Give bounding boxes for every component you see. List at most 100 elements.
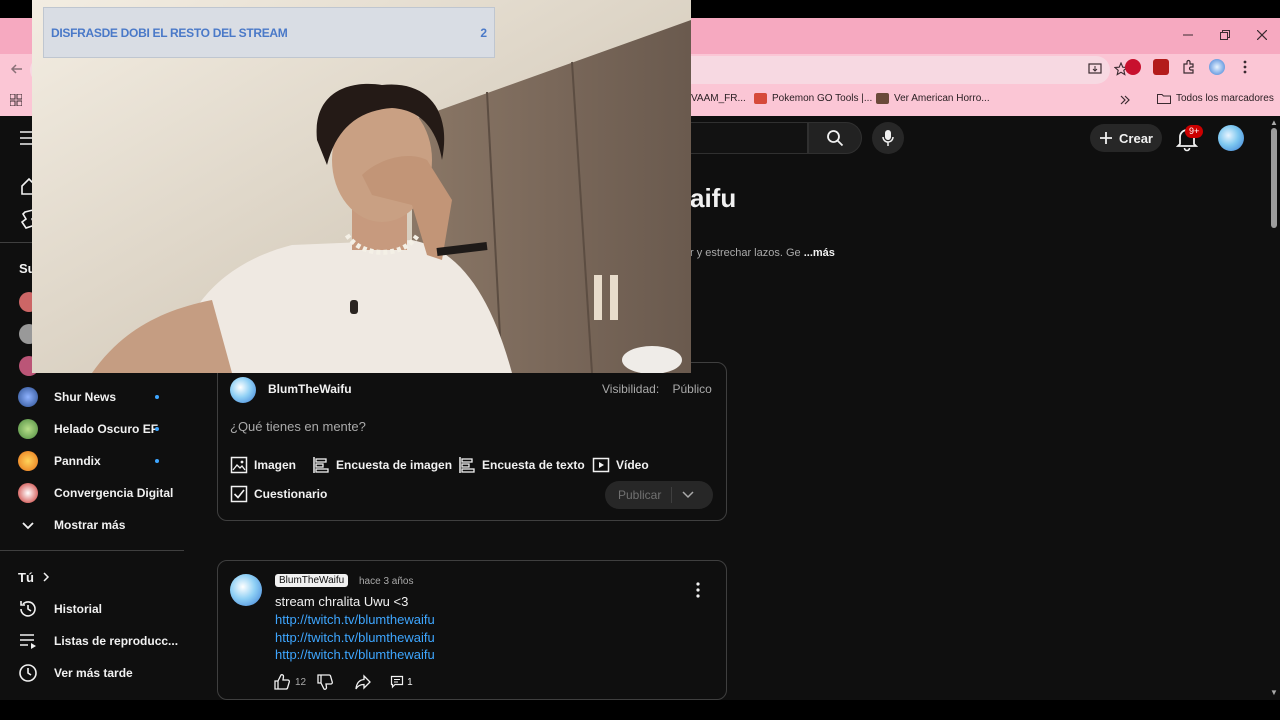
post-actions: 12 1 xyxy=(273,673,413,691)
restore-icon xyxy=(1219,30,1230,40)
search-button[interactable] xyxy=(808,122,862,154)
composer-username: BlumTheWaifu xyxy=(268,382,352,396)
post-link[interactable]: http://twitch.tv/blumthewaifu xyxy=(275,647,435,662)
bookmark-item-1[interactable]: VAAM_FR... xyxy=(691,93,746,104)
channel-avatar xyxy=(18,483,38,503)
post-text: stream chralita Uwu <3 xyxy=(275,594,409,609)
checkbox-icon xyxy=(230,485,248,503)
add-video-button[interactable]: Vídeo xyxy=(592,456,649,474)
chevron-down-icon xyxy=(682,491,694,499)
sidebar-channel-panndix[interactable]: Panndix xyxy=(18,449,101,473)
scroll-thumb[interactable] xyxy=(1271,128,1277,228)
create-button[interactable]: Crear xyxy=(1090,124,1162,152)
puzzle-extensions-icon[interactable] xyxy=(1181,59,1197,75)
channel-avatar xyxy=(18,451,38,471)
install-app-icon[interactable] xyxy=(1088,62,1102,76)
post-text-input[interactable]: ¿Qué tienes en mente? xyxy=(230,419,366,434)
search-input[interactable] xyxy=(690,122,808,154)
minimize-icon xyxy=(1182,34,1193,36)
add-image-button[interactable]: Imagen xyxy=(230,456,296,474)
show-more-button[interactable]: Mostrar más xyxy=(18,513,125,537)
you-section-heading[interactable]: Tú xyxy=(18,565,50,589)
post-link[interactable]: http://twitch.tv/blumthewaifu xyxy=(275,630,435,645)
image-icon xyxy=(230,456,248,474)
bookmark-item-3[interactable]: Ver American Horro... xyxy=(876,93,990,104)
webcam-overlay: DISFRASDE DOBI EL RESTO DEL STREAM 2 xyxy=(32,0,691,373)
publish-options-button[interactable] xyxy=(672,488,694,502)
chevron-right-icon xyxy=(43,572,49,582)
post-link[interactable]: http://twitch.tv/blumthewaifu xyxy=(275,612,435,627)
sidebar-item-watch-later[interactable]: Ver más tarde xyxy=(18,661,133,685)
sidebar-item-history[interactable]: Historial xyxy=(18,597,102,621)
apps-grid-icon[interactable] xyxy=(10,94,22,106)
sidebar-item-playlists[interactable]: Listas de reproducc... xyxy=(18,629,178,653)
channel-description[interactable]: r y estrechar lazos. Ge ...más xyxy=(690,247,835,259)
window-controls xyxy=(1169,18,1280,52)
profile-avatar-icon[interactable] xyxy=(1209,59,1225,75)
like-count: 12 xyxy=(295,676,307,688)
new-content-dot xyxy=(155,395,159,399)
quiz-button[interactable]: Cuestionario xyxy=(230,485,327,503)
post-timestamp[interactable]: hace 3 años xyxy=(359,576,414,587)
kebab-menu-icon[interactable] xyxy=(1237,59,1253,75)
banner-count: 2 xyxy=(480,25,487,40)
post-composer: BlumTheWaifu Visibilidad: Público ¿Qué t… xyxy=(217,362,727,521)
all-bookmarks-button[interactable]: Todos los marcadores xyxy=(1157,93,1274,104)
restore-button[interactable] xyxy=(1206,18,1243,52)
close-icon xyxy=(1256,30,1267,40)
chevron-down-icon xyxy=(22,522,34,530)
share-icon[interactable] xyxy=(354,673,372,691)
post-author[interactable]: BlumTheWaifu xyxy=(275,574,349,587)
back-arrow-icon[interactable] xyxy=(10,62,24,76)
image-poll-icon xyxy=(313,457,329,473)
notification-badge: 9+ xyxy=(1185,125,1204,138)
clock-icon xyxy=(19,664,37,682)
sidebar-channel-shur-news[interactable]: Shur News xyxy=(18,385,116,409)
like-icon[interactable] xyxy=(273,673,291,691)
history-icon xyxy=(20,601,36,617)
screen: VAAM_FR... Pokemon GO Tools |... Ver Ame… xyxy=(0,0,1280,720)
plus-icon xyxy=(1100,132,1113,144)
community-post: BlumTheWaifu hace 3 años stream chralita… xyxy=(217,560,727,700)
sidebar-divider xyxy=(0,550,184,551)
film-icon xyxy=(876,93,889,104)
scroll-down-arrow-icon[interactable]: ▼ xyxy=(1270,688,1278,697)
more-bookmarks-chevron-icon[interactable] xyxy=(1120,95,1130,105)
microphone-icon xyxy=(882,130,894,146)
adblock-extension-icon[interactable] xyxy=(1125,59,1141,75)
close-window-button[interactable] xyxy=(1243,18,1280,52)
new-content-dot xyxy=(155,459,159,463)
sidebar-channel-convergencia[interactable]: Convergencia Digital xyxy=(18,481,173,505)
search-icon xyxy=(827,130,844,147)
more-options-icon[interactable] xyxy=(692,581,704,599)
image-poll-button[interactable]: Encuesta de imagen xyxy=(312,456,452,474)
comment-icon[interactable] xyxy=(390,675,404,689)
video-icon xyxy=(592,457,610,473)
dislike-icon[interactable] xyxy=(316,673,334,691)
channel-title: aifu xyxy=(690,183,737,213)
bookmark-item-2[interactable]: Pokemon GO Tools |... xyxy=(754,93,872,104)
channel-avatar xyxy=(18,387,38,407)
show-more-link[interactable]: ...más xyxy=(804,247,835,259)
new-content-dot xyxy=(155,427,159,431)
voice-search-button[interactable] xyxy=(872,122,904,154)
avatar[interactable] xyxy=(230,574,262,606)
sidebar-channel-helado-oscuro[interactable]: Helado Oscuro EF xyxy=(18,417,158,441)
folder-icon xyxy=(1157,94,1171,104)
pokemon-icon xyxy=(754,93,767,104)
visibility-selector[interactable]: Visibilidad: Público xyxy=(602,382,712,396)
text-poll-button[interactable]: Encuesta de texto xyxy=(458,456,585,474)
comment-count: 1 xyxy=(407,676,413,688)
text-poll-icon xyxy=(459,457,475,473)
playlist-icon xyxy=(20,634,36,649)
avatar xyxy=(230,377,256,403)
stream-goal-banner: DISFRASDE DOBI EL RESTO DEL STREAM 2 xyxy=(43,7,495,58)
extension-icon-red[interactable] xyxy=(1153,59,1169,75)
account-avatar[interactable] xyxy=(1218,125,1244,151)
scroll-up-arrow-icon[interactable]: ▲ xyxy=(1270,118,1278,127)
minimize-button[interactable] xyxy=(1169,18,1206,52)
banner-text: DISFRASDE DOBI EL RESTO DEL STREAM xyxy=(51,25,288,40)
channel-avatar xyxy=(18,419,38,439)
page-scrollbar[interactable]: ▲ ▼ xyxy=(1268,116,1280,704)
publish-button[interactable]: Publicar xyxy=(605,481,713,509)
